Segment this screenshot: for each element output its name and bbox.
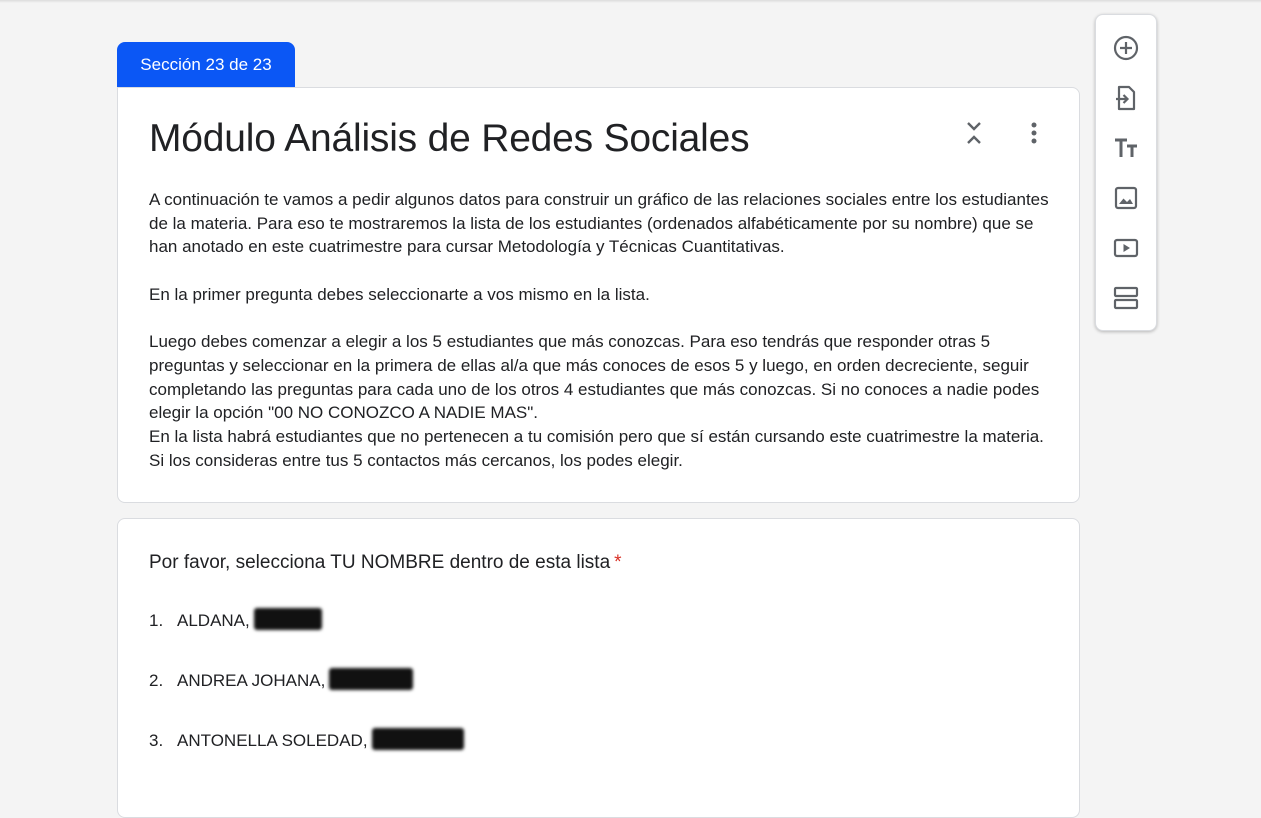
option-item[interactable]: 1. ALDANA, xyxy=(149,607,464,667)
option-number: 1. xyxy=(149,611,164,630)
add-image-icon xyxy=(1114,186,1138,210)
collapse-section-button[interactable] xyxy=(958,117,990,149)
section-tab: Sección 23 de 23 xyxy=(117,42,295,87)
option-text: ANDREA JOHANA, xyxy=(177,671,326,690)
description-paragraph: En la lista habrá estudiantes que no per… xyxy=(149,427,1044,470)
question-card[interactable]: Por favor, selecciona TU NOMBRE dentro d… xyxy=(117,518,1080,818)
option-text: ANTONELLA SOLEDAD, xyxy=(177,731,368,750)
top-shadow xyxy=(0,0,1261,3)
add-title-icon xyxy=(1115,138,1137,157)
add-question-icon xyxy=(1113,35,1139,61)
redacted-surname xyxy=(371,728,464,750)
options-list: 1. ALDANA, 2. ANDREA JOHANA, 3. ANTONELL… xyxy=(149,607,464,787)
option-number: 3. xyxy=(149,731,164,750)
more-options-button[interactable] xyxy=(1018,117,1050,149)
option-number: 2. xyxy=(149,671,164,690)
section-tab-label: Sección 23 de 23 xyxy=(140,55,272,74)
section-title[interactable]: Módulo Análisis de Redes Sociales xyxy=(149,117,750,161)
description-paragraph: A continuación te vamos a pedir algunos … xyxy=(149,190,1049,257)
redacted-surname xyxy=(253,608,322,630)
option-text: ALDANA, xyxy=(177,611,250,630)
add-section-icon xyxy=(1113,286,1139,310)
required-asterisk: * xyxy=(614,552,622,573)
more-vert-icon xyxy=(1031,122,1037,144)
option-item[interactable]: 3. ANTONELLA SOLEDAD, xyxy=(149,727,464,787)
add-image-button[interactable] xyxy=(1109,181,1143,215)
option-item[interactable]: 2. ANDREA JOHANA, xyxy=(149,667,464,727)
section-header-card[interactable]: Módulo Análisis de Redes Sociales A cont… xyxy=(117,87,1080,503)
collapse-icon xyxy=(967,122,981,144)
section-description[interactable]: A continuación te vamos a pedir algunos … xyxy=(149,188,1049,472)
add-video-button[interactable] xyxy=(1109,231,1143,265)
add-question-button[interactable] xyxy=(1109,31,1143,65)
add-title-button[interactable] xyxy=(1109,131,1143,165)
description-paragraph: Luego debes comenzar a elegir a los 5 es… xyxy=(149,332,1040,423)
add-video-icon xyxy=(1113,238,1139,258)
floating-toolbar xyxy=(1095,14,1157,331)
redacted-surname xyxy=(329,668,414,690)
description-paragraph: En la primer pregunta debes seleccionart… xyxy=(149,284,650,304)
question-text: Por favor, selecciona TU NOMBRE dentro d… xyxy=(149,552,611,573)
import-questions-button[interactable] xyxy=(1109,81,1143,115)
question-label: Por favor, selecciona TU NOMBRE dentro d… xyxy=(149,552,622,574)
add-section-button[interactable] xyxy=(1109,281,1143,315)
import-questions-icon xyxy=(1116,85,1136,111)
